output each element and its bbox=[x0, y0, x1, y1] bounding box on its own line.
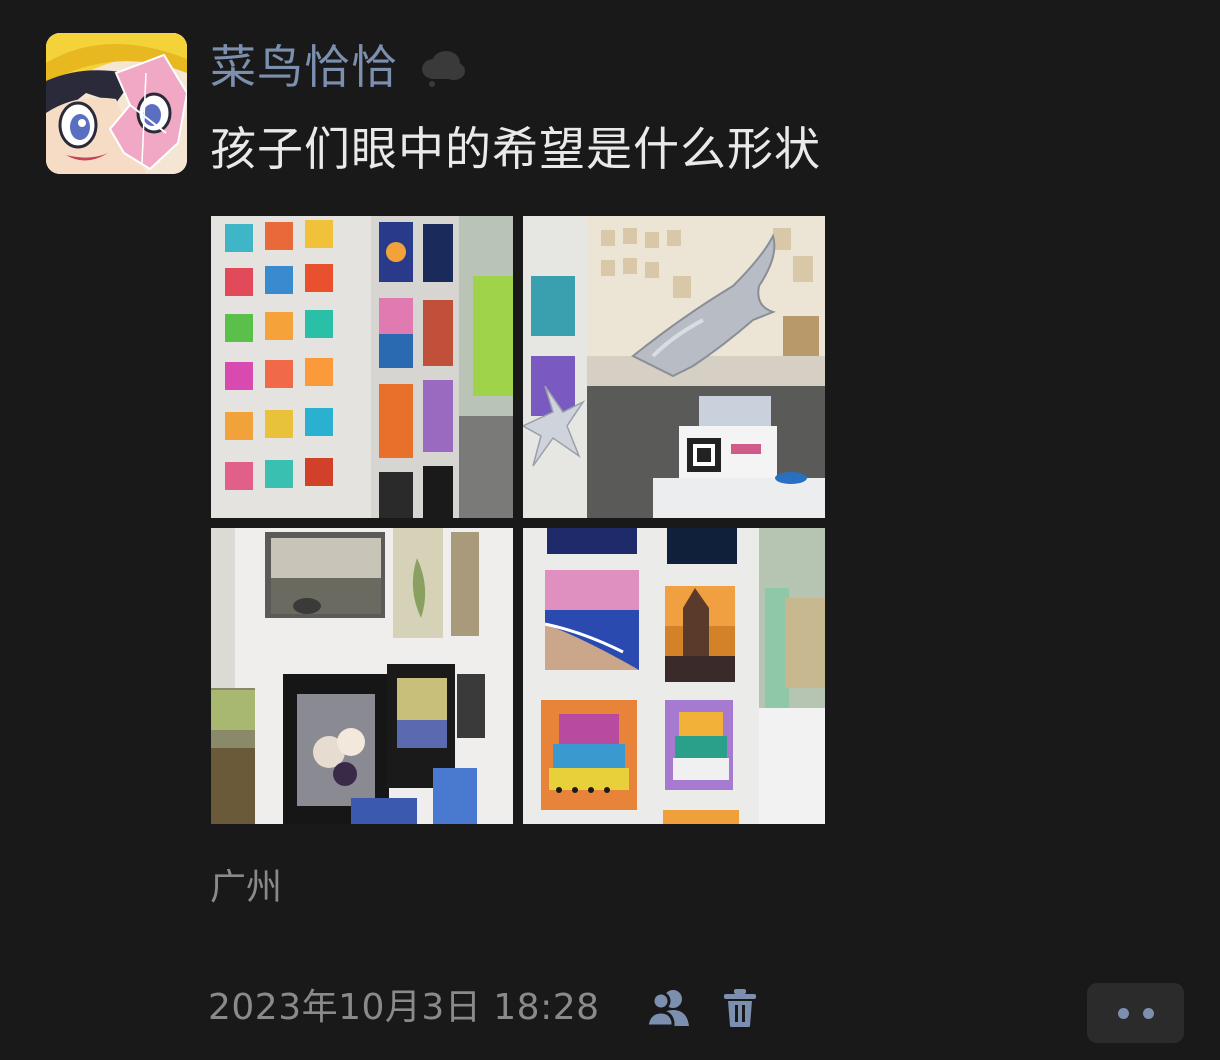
friends-visibility-icon[interactable] bbox=[644, 984, 692, 1032]
author-name[interactable]: 菜鸟恰恰 bbox=[210, 36, 398, 98]
gallery-wall-image bbox=[211, 216, 513, 518]
more-dot bbox=[1117, 1007, 1129, 1019]
photo-2[interactable] bbox=[523, 216, 825, 518]
moments-post: 菜鸟恰恰 孩子们眼中的希望是什么形状 广州 2023年10月3日 18:28 bbox=[0, 0, 1220, 1060]
author-row: 菜鸟恰恰 bbox=[210, 36, 466, 98]
more-dots-button[interactable] bbox=[1087, 983, 1184, 1043]
trash-icon bbox=[723, 989, 756, 1027]
cloud-icon bbox=[422, 51, 465, 87]
friends-icon bbox=[644, 990, 689, 1028]
photo-grid bbox=[211, 216, 825, 824]
post-location[interactable]: 广州 bbox=[210, 862, 282, 914]
photo-3[interactable] bbox=[211, 528, 513, 824]
post-footer: 2023年10月3日 18:28 bbox=[208, 980, 764, 1036]
post-timestamp: 2023年10月3日 18:28 bbox=[208, 987, 600, 1028]
framed-paintings-image bbox=[211, 528, 513, 824]
more-dot bbox=[1142, 1007, 1154, 1019]
colorful-paintings-image bbox=[523, 528, 825, 824]
post-content: 孩子们眼中的希望是什么形状 bbox=[210, 122, 821, 176]
delete-button[interactable] bbox=[716, 984, 764, 1032]
photo-4[interactable] bbox=[523, 528, 825, 824]
whale-sculpture-image bbox=[523, 216, 825, 518]
avatar-image bbox=[46, 33, 187, 174]
author-avatar[interactable] bbox=[46, 33, 187, 174]
photo-1[interactable] bbox=[211, 216, 513, 518]
